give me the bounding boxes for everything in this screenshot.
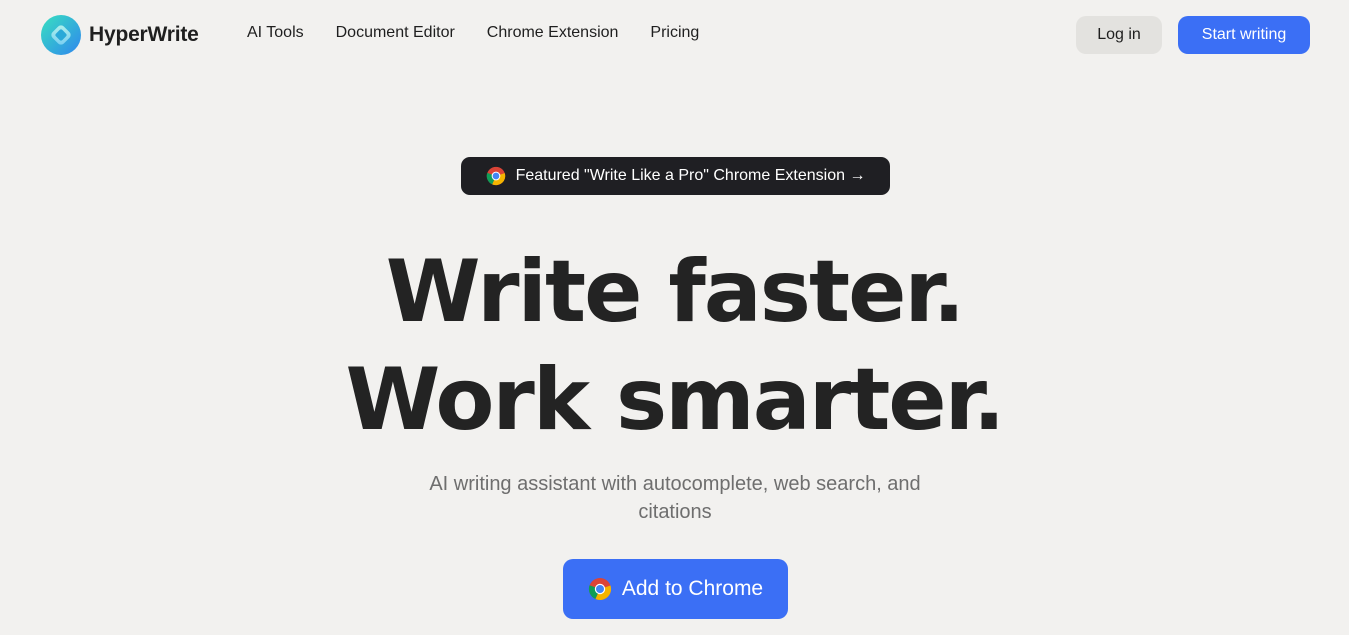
brand-logo-link[interactable]: HyperWrite [41,15,199,55]
add-to-chrome-label: Add to Chrome [621,577,764,600]
main-nav: AI Tools Document Editor Chrome Extensio… [247,24,731,42]
add-to-chrome-button[interactable]: Add to Chrome [563,559,788,619]
login-button[interactable]: Log in [1076,16,1162,54]
site-header: HyperWrite AI Tools Document Editor Chro… [0,0,1349,70]
hero-subtitle: AI writing assistant with autocomplete, … [429,473,921,523]
nav-pricing[interactable]: Pricing [650,24,699,42]
hyperwrite-logo-icon [41,15,81,55]
chrome-icon [486,166,505,186]
chrome-icon [588,578,611,600]
hero-title-line-1: Write faster. [385,242,966,342]
start-writing-button[interactable]: Start writing [1178,16,1310,54]
brand-name: HyperWrite [89,23,199,46]
hero-title-line-2: Work smarter. [345,350,1006,450]
featured-extension-banner[interactable]: Featured "Write Like a Pro" Chrome Exten… [461,157,890,195]
hero-title: Write faster. Work smarter. [0,238,1349,454]
nav-chrome-extension[interactable]: Chrome Extension [487,24,619,42]
nav-document-editor[interactable]: Document Editor [336,24,455,42]
featured-label: Featured "Write Like a Pro" Chrome Exten… [515,167,866,184]
nav-ai-tools[interactable]: AI Tools [247,24,304,42]
